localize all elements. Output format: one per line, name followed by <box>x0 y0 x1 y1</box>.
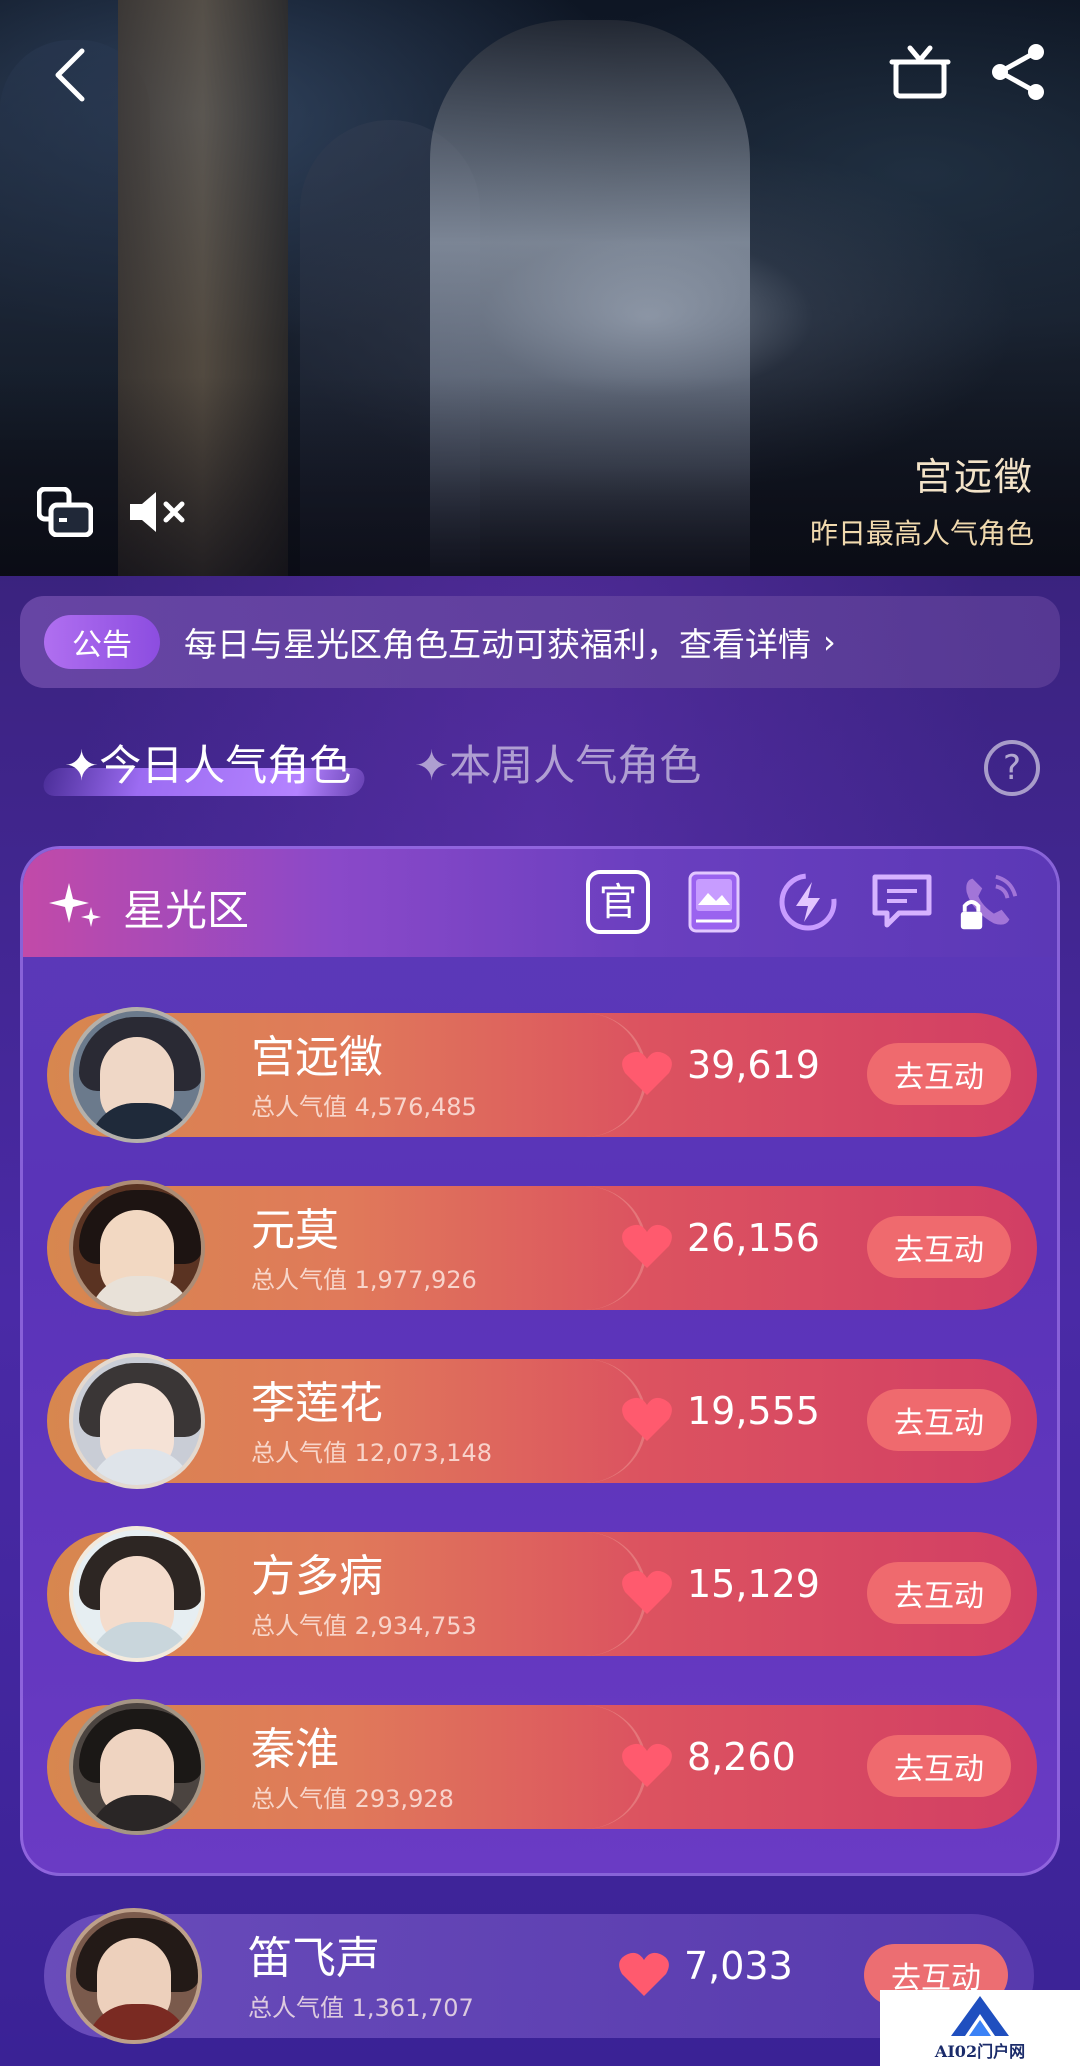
like-count: 26,156 <box>687 1216 820 1260</box>
like-count: 39,619 <box>687 1043 820 1087</box>
tab-today-popular[interactable]: ✦今日人气角色 <box>64 732 351 793</box>
popularity-page: 宫远徵 昨日最高人气角色 公告 每日与星光区角色互动可获福利，查看详情 › ✦今… <box>0 0 1080 2066</box>
official-button[interactable]: 官 <box>583 867 653 937</box>
heart-icon <box>622 1743 672 1787</box>
avatar <box>69 1526 205 1662</box>
sparkle-icon <box>49 883 101 927</box>
bolt-icon <box>779 873 837 931</box>
interact-button[interactable]: 去互动 <box>867 1216 1011 1278</box>
like-count: 15,129 <box>687 1562 820 1606</box>
heart-icon <box>619 1952 669 1996</box>
gift-icon <box>889 45 951 99</box>
star-zone-header: 星光区 官 <box>23 849 1057 957</box>
star-zone-card: 星光区 官 宫远徵 总人气值 4,576,485 39,619 去互动 元莫 总… <box>20 846 1060 1876</box>
notice-tag: 公告 <box>44 615 160 669</box>
interact-button[interactable]: 去互动 <box>867 1562 1011 1624</box>
character-name: 方多病 <box>251 1551 383 1602</box>
list-item[interactable]: 元莫 总人气值 1,977,926 26,156 去互动 <box>47 1180 1037 1316</box>
notice-bar[interactable]: 公告 每日与星光区角色互动可获福利，查看详情 › <box>20 596 1060 688</box>
total-popularity: 总人气值 4,576,485 <box>251 1093 477 1121</box>
character-name: 元莫 <box>251 1205 339 1256</box>
tab-week-popular[interactable]: ✦本周人气角色 <box>414 732 701 793</box>
hero-subtitle: 昨日最高人气角色 <box>809 517 1034 550</box>
list-item[interactable]: 方多病 总人气值 2,934,753 15,129 去互动 <box>47 1526 1037 1662</box>
list-item[interactable]: 李莲花 总人气值 12,073,148 19,555 去互动 <box>47 1353 1037 1489</box>
heart-icon <box>622 1051 672 1095</box>
chevron-right-icon: › <box>823 623 836 661</box>
heart-icon <box>622 1397 672 1441</box>
book-button[interactable] <box>679 867 749 937</box>
share-button[interactable] <box>982 36 1054 108</box>
call-button-locked[interactable] <box>955 867 1025 937</box>
chat-icon <box>872 874 932 928</box>
character-name: 李莲花 <box>251 1378 383 1429</box>
notice-text: 每日与星光区角色互动可获福利，查看详情 <box>184 625 811 664</box>
avatar <box>66 1908 202 2044</box>
back-button[interactable] <box>40 40 100 110</box>
mute-icon <box>130 492 185 532</box>
interact-button[interactable]: 去互动 <box>867 1043 1011 1105</box>
official-icon: 官 <box>586 870 650 934</box>
total-popularity: 总人气值 293,928 <box>251 1785 454 1813</box>
screen-switch-button[interactable] <box>34 484 96 540</box>
screen-icon <box>37 487 93 537</box>
avatar <box>69 1353 205 1489</box>
hero-video[interactable]: 宫远徵 昨日最高人气角色 <box>0 0 1080 576</box>
back-arrow-icon <box>55 48 85 102</box>
total-popularity: 总人气值 12,073,148 <box>251 1439 493 1467</box>
character-name: 秦淮 <box>251 1724 339 1775</box>
like-count: 19,555 <box>687 1389 820 1433</box>
logo-icon <box>951 1996 1009 2036</box>
share-icon <box>992 44 1044 100</box>
watermark-text: AI02门户网 <box>934 2042 1026 2061</box>
total-popularity: 总人气值 2,934,753 <box>251 1612 477 1640</box>
total-popularity: 总人气值 1,361,707 <box>248 1994 474 2022</box>
avatar <box>69 1699 205 1835</box>
list-item[interactable]: 秦淮 总人气值 293,928 8,260 去互动 <box>47 1699 1037 1835</box>
hero-character-name: 宫远徵 <box>913 455 1034 499</box>
official-label: 官 <box>599 880 637 924</box>
gift-button[interactable] <box>884 36 956 108</box>
avatar <box>69 1007 205 1143</box>
help-icon[interactable]: ? <box>984 740 1040 796</box>
like-count: 7,033 <box>684 1944 793 1988</box>
star-zone-title: 星光区 <box>123 886 250 935</box>
energy-button[interactable] <box>773 867 843 937</box>
chat-button[interactable] <box>867 867 937 937</box>
list-item[interactable]: 宫远徵 总人气值 4,576,485 39,619 去互动 <box>47 1007 1037 1143</box>
watermark-logo: AI02门户网 <box>880 1990 1080 2066</box>
character-name: 笛飞声 <box>248 1933 380 1984</box>
heart-icon <box>622 1224 672 1268</box>
heart-icon <box>622 1570 672 1614</box>
ranking-tabs: ✦今日人气角色 ✦本周人气角色 ? <box>40 732 1044 802</box>
interact-button[interactable]: 去互动 <box>867 1389 1011 1451</box>
total-popularity: 总人气值 1,977,926 <box>251 1266 477 1294</box>
avatar <box>69 1180 205 1316</box>
character-name: 宫远徵 <box>251 1032 383 1083</box>
book-icon <box>688 871 740 933</box>
interact-button[interactable]: 去互动 <box>867 1735 1011 1797</box>
like-count: 8,260 <box>687 1735 796 1779</box>
mute-button[interactable] <box>124 484 194 540</box>
call-locked-icon <box>960 874 1018 930</box>
